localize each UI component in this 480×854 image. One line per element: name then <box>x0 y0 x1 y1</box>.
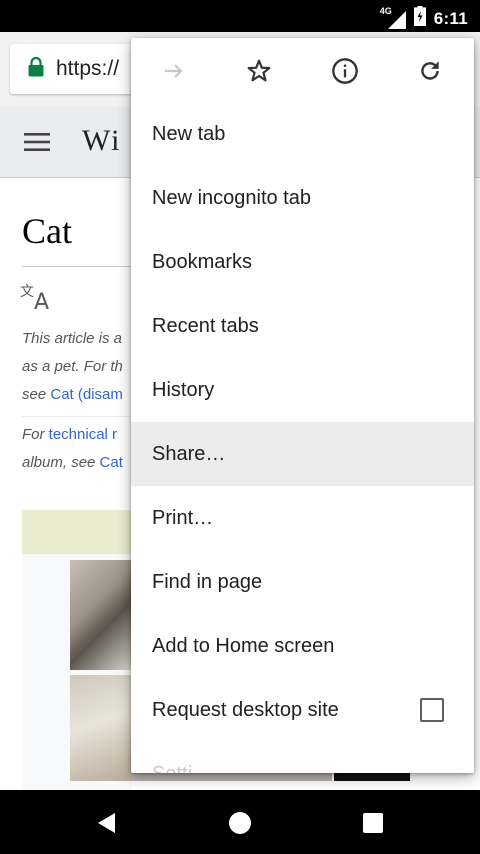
menu-item-request-desktop-site[interactable]: Request desktop site <box>131 678 474 742</box>
clock: 6:11 <box>433 8 468 28</box>
url-text: https:// <box>56 57 120 80</box>
divider <box>22 266 132 267</box>
menu-item-recent-tabs[interactable]: Recent tabs <box>131 294 474 358</box>
status-bar: 4G 6:11 <box>0 0 480 32</box>
menu-item-new-tab[interactable]: New tab <box>131 102 474 166</box>
refresh-icon[interactable] <box>415 56 445 86</box>
language-icon[interactable]: 文 A <box>20 282 58 317</box>
menu-icon-row <box>131 38 474 102</box>
infobox-header <box>22 510 132 554</box>
hatnote-line: album, see Cat <box>22 454 132 471</box>
wikipedia-logo[interactable]: Wi <box>82 124 121 158</box>
hamburger-menu-icon[interactable] <box>24 132 50 157</box>
menu-item-label: Setti <box>152 763 192 774</box>
navigation-bar <box>0 790 480 854</box>
menu-item-label: Recent tabs <box>152 314 259 337</box>
menu-item-share[interactable]: Share… <box>131 422 474 486</box>
menu-item-history[interactable]: History <box>131 358 474 422</box>
recents-icon[interactable] <box>360 810 386 836</box>
forward-icon[interactable] <box>159 56 189 86</box>
menu-item-label: Add to Home screen <box>152 634 335 657</box>
info-icon[interactable] <box>330 56 360 86</box>
cat-image[interactable] <box>70 675 132 781</box>
page-title: Cat <box>22 211 72 251</box>
hatnote-text: For <box>22 426 49 443</box>
star-icon[interactable] <box>244 56 274 86</box>
divider <box>22 416 132 417</box>
hatnote-link[interactable]: Cat <box>100 454 123 471</box>
svg-text:文: 文 <box>20 284 34 300</box>
hatnote-text: see <box>22 386 51 403</box>
menu-item-label: Find in page <box>152 570 263 593</box>
menu-item-label: Request desktop site <box>152 698 339 721</box>
menu-item-bookmarks[interactable]: Bookmarks <box>131 230 474 294</box>
menu-item-add-to-home-screen[interactable]: Add to Home screen <box>131 614 474 678</box>
menu-item-settings[interactable]: Setti <box>131 742 474 774</box>
lock-icon <box>28 56 44 82</box>
back-icon[interactable] <box>94 810 120 836</box>
menu-item-label: Share… <box>152 442 226 465</box>
overflow-menu: New tab New incognito tab Bookmarks Rece… <box>131 38 474 773</box>
menu-item-label: Print… <box>152 506 214 529</box>
hatnote-text: album, see <box>22 454 100 471</box>
status-icons: 4G 6:11 <box>380 6 468 31</box>
desktop-site-checkbox[interactable] <box>420 698 444 722</box>
menu-item-label: New tab <box>152 122 226 145</box>
hatnote-link[interactable]: technical r <box>49 426 117 443</box>
menu-item-new-incognito-tab[interactable]: New incognito tab <box>131 166 474 230</box>
battery-icon <box>413 6 426 31</box>
menu-item-label: New incognito tab <box>152 186 311 209</box>
menu-item-print[interactable]: Print… <box>131 486 474 550</box>
cat-image[interactable] <box>70 560 132 670</box>
hatnote-line: as a pet. For th <box>22 358 123 375</box>
hatnote-line: For technical r <box>22 426 132 443</box>
hatnote-link[interactable]: Cat (disam <box>50 386 123 403</box>
hatnote-line: see Cat (disam <box>22 386 132 403</box>
svg-text:A: A <box>34 290 49 312</box>
hatnote-line: This article is a <box>22 330 123 347</box>
home-icon[interactable] <box>227 810 253 836</box>
menu-item-label: History <box>152 378 215 401</box>
cell-signal-icon: 4G <box>380 6 406 29</box>
menu-item-label: Bookmarks <box>152 250 253 273</box>
menu-item-find-in-page[interactable]: Find in page <box>131 550 474 614</box>
